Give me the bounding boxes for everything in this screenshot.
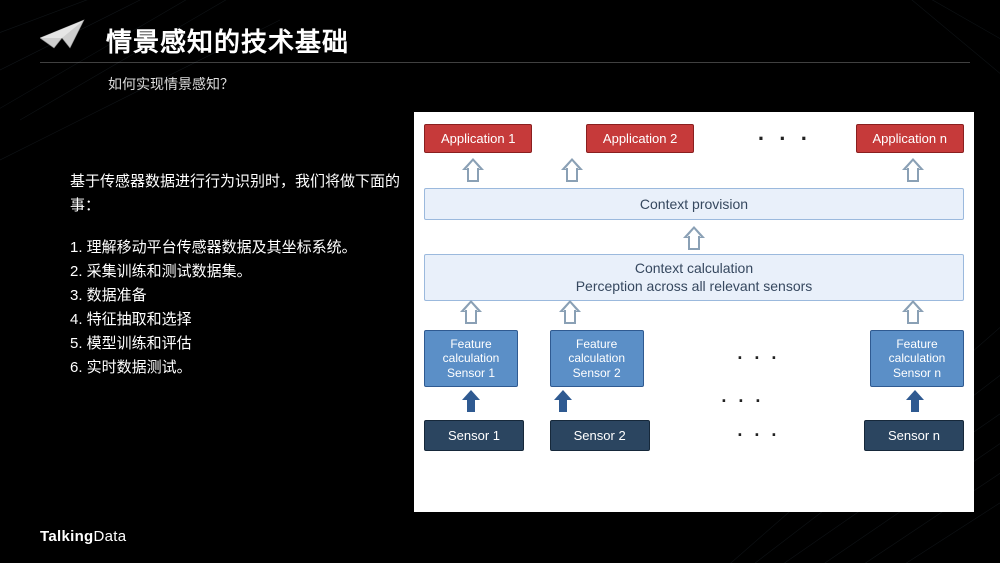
brand-part1: Talking — [40, 528, 94, 545]
sensor-box: Sensor 1 — [424, 420, 524, 451]
body-text: 基于传感器数据进行行为识别时，我们将做下面的事： 1. 理解移动平台传感器数据及… — [70, 170, 410, 380]
step-item: 2. 采集训练和测试数据集。 — [70, 260, 410, 284]
step-item: 5. 模型训练和评估 — [70, 332, 410, 356]
step-item: 3. 数据准备 — [70, 284, 410, 308]
architecture-diagram: Application 1 Application 2 · · · Applic… — [414, 112, 974, 512]
application-box: Application 2 — [586, 124, 694, 153]
application-box: Application 1 — [424, 124, 532, 153]
arrow-up-icon — [462, 390, 480, 412]
step-item: 1. 理解移动平台传感器数据及其坐标系统。 — [70, 236, 410, 260]
feature-box: Feature calculation Sensor n — [870, 330, 964, 387]
sensor-box: Sensor 2 — [550, 420, 650, 451]
sensor-box: Sensor n — [864, 420, 964, 451]
slide-title: 情景感知的技术基础 — [106, 22, 970, 59]
footer-brand: TalkingData — [40, 528, 126, 545]
arrow-up-icon — [554, 390, 572, 412]
step-item: 6. 实时数据测试。 — [70, 356, 410, 380]
context-provision-box: Context provision — [424, 188, 964, 220]
calc-line1: Context calculation — [425, 260, 963, 278]
feature-box: Feature calculation Sensor 2 — [550, 330, 644, 387]
intro-paragraph: 基于传感器数据进行行为识别时，我们将做下面的事： — [70, 170, 410, 218]
ellipsis-icon: · · · — [721, 391, 764, 412]
calc-line2: Perception across all relevant sensors — [425, 278, 963, 296]
header: 情景感知的技术基础 — [40, 22, 970, 59]
ellipsis-icon: · · · — [758, 126, 812, 152]
step-item: 4. 特征抽取和选择 — [70, 308, 410, 332]
context-calculation-box: Context calculation Perception across al… — [424, 254, 964, 301]
ellipsis-icon: · · · — [737, 425, 780, 446]
arrow-up-icon — [906, 390, 924, 412]
features-row: Feature calculation Sensor 1 Feature cal… — [424, 330, 964, 387]
steps-list: 1. 理解移动平台传感器数据及其坐标系统。 2. 采集训练和测试数据集。 3. … — [70, 236, 410, 380]
feature-box: Feature calculation Sensor 1 — [424, 330, 518, 387]
header-divider — [40, 62, 970, 63]
slide-root: 情景感知的技术基础 如何实现情景感知？ 基于传感器数据进行行为识别时，我们将做下… — [0, 0, 1000, 563]
slide-subtitle: 如何实现情景感知？ — [108, 74, 234, 94]
brand-part2: Data — [94, 528, 127, 545]
arrow-row: · · · — [424, 390, 964, 412]
sensors-row: Sensor 1 Sensor 2 · · · Sensor n — [424, 420, 964, 451]
applications-row: Application 1 Application 2 · · · Applic… — [424, 124, 964, 153]
application-box: Application n — [856, 124, 964, 153]
ellipsis-icon: · · · — [737, 348, 780, 369]
